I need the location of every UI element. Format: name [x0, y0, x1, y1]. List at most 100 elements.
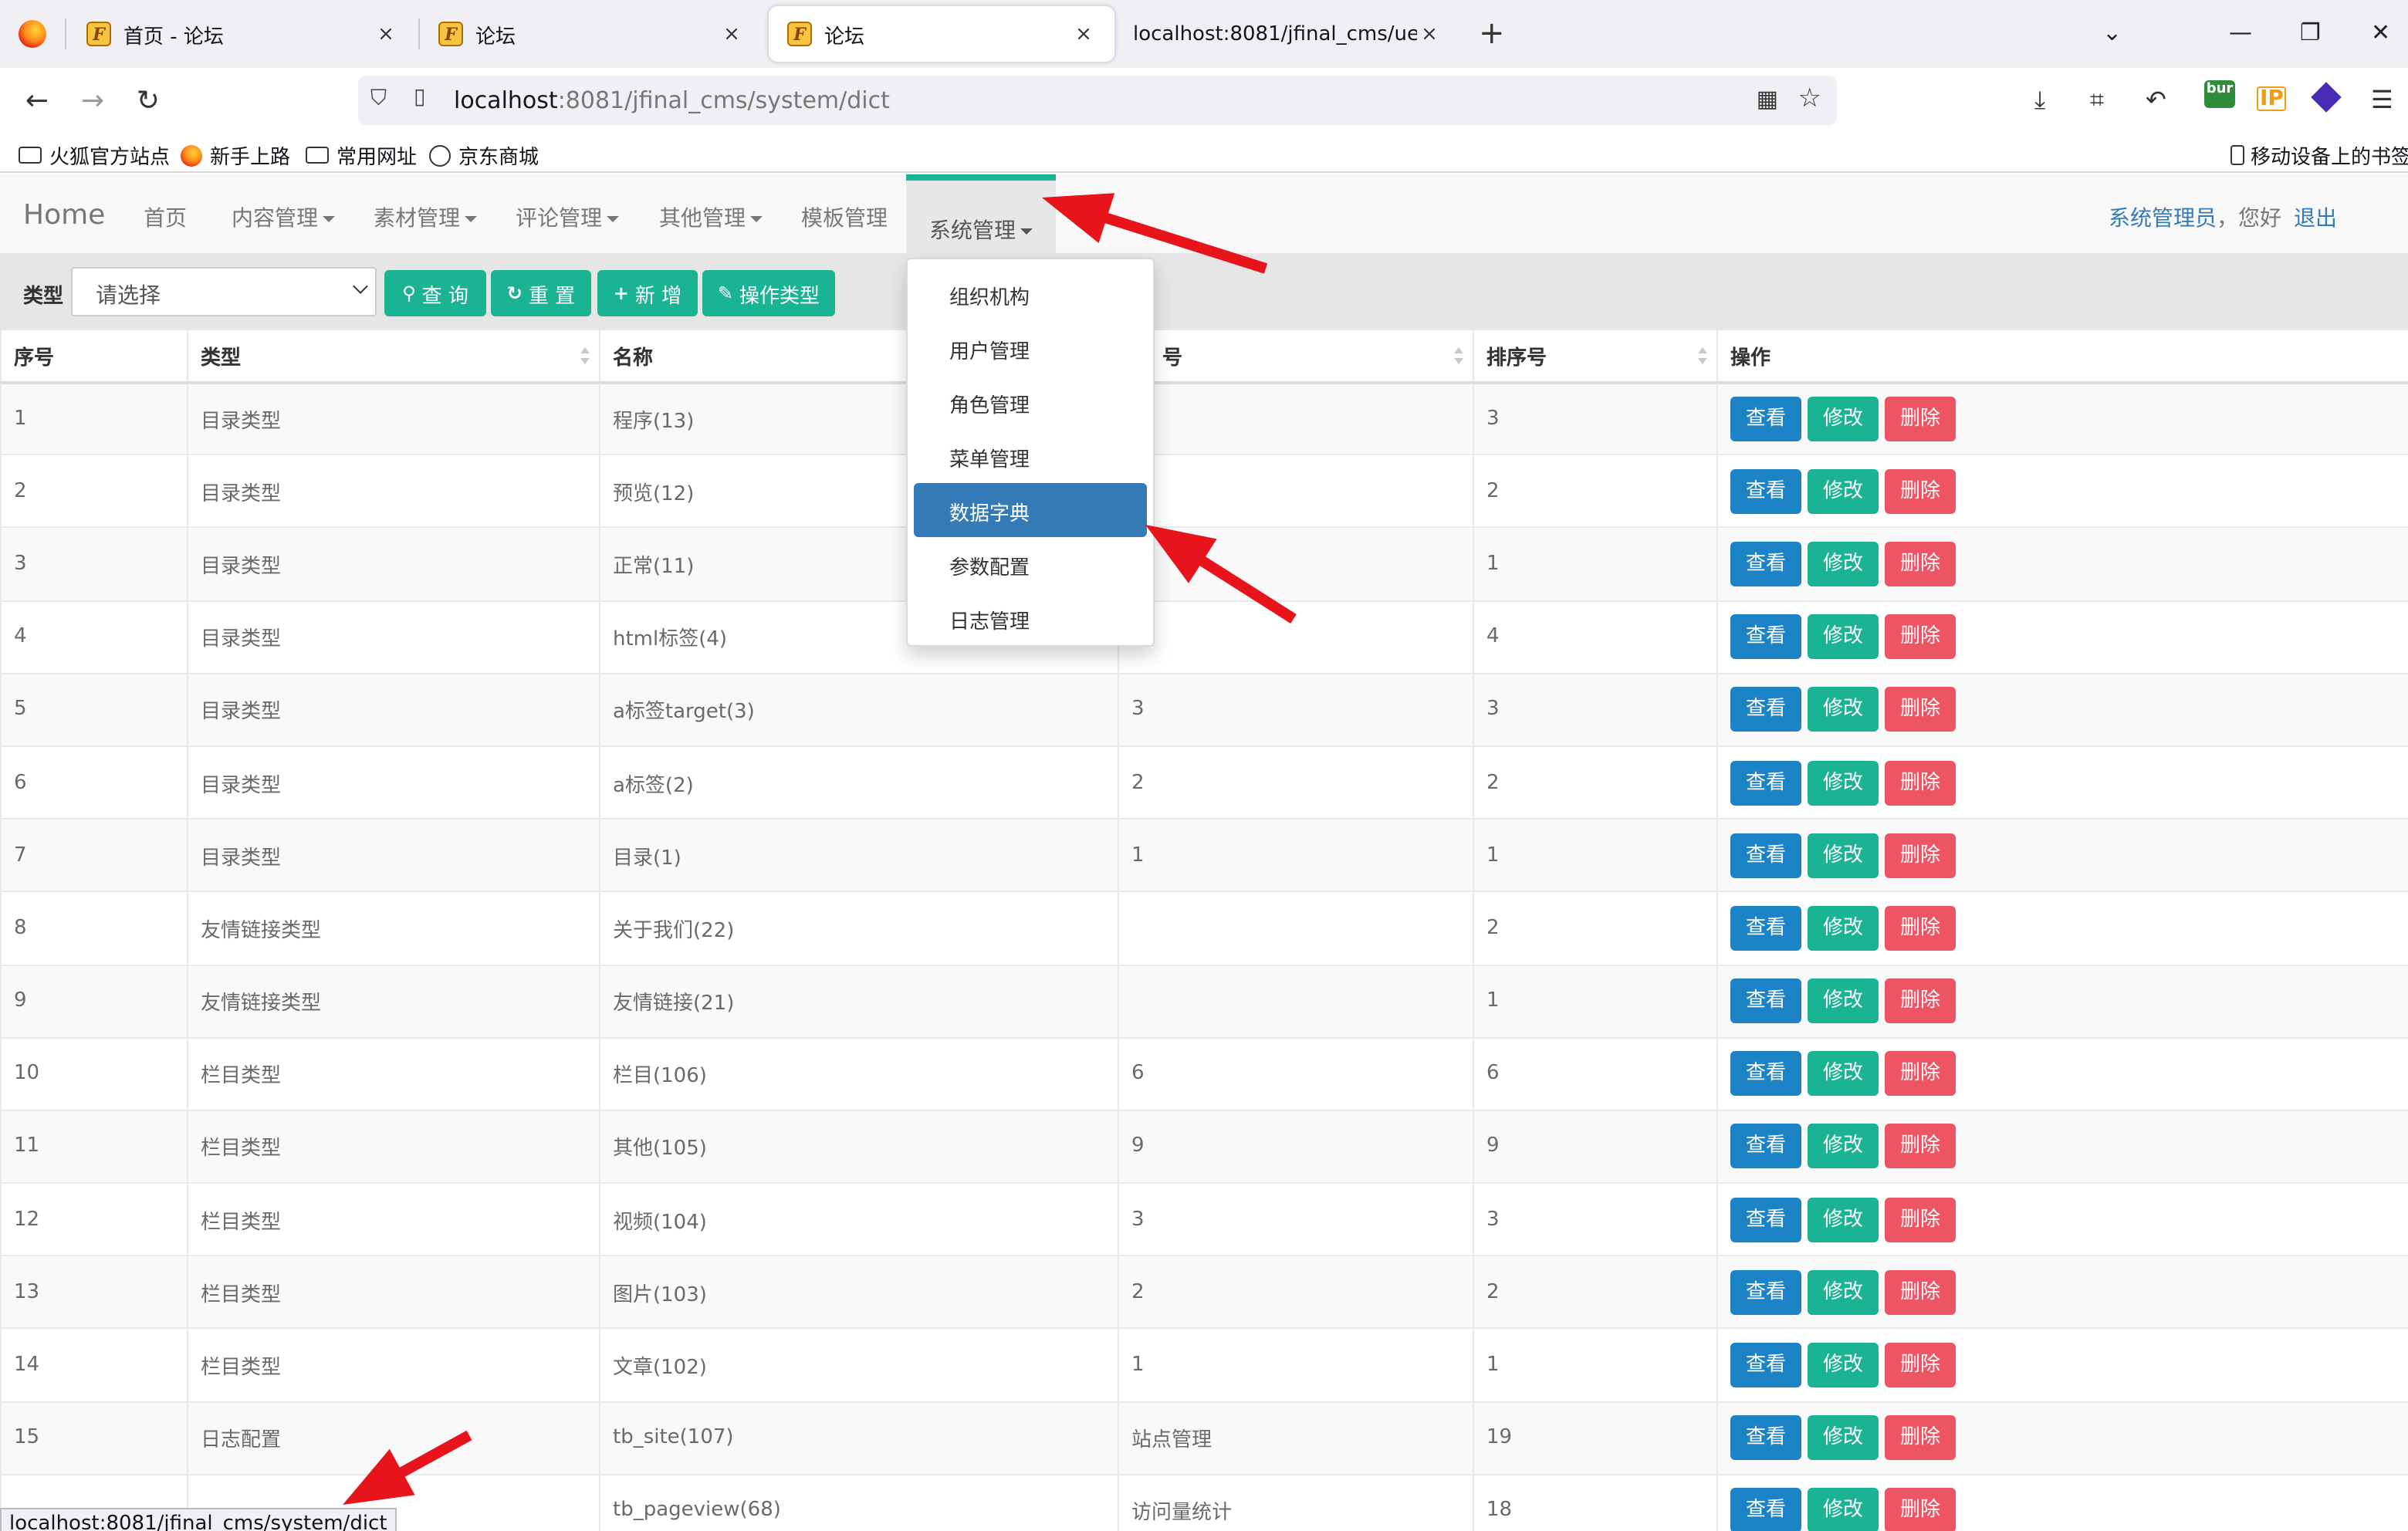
bookmark-star-icon[interactable]: ☆ [1798, 83, 1822, 114]
table-row[interactable]: 11 栏目类型 其他(105) 9 9 查看 修改 删除 [0, 1109, 2408, 1185]
view-button[interactable]: 查看 [1730, 978, 1801, 1024]
view-button[interactable]: 查看 [1730, 1051, 1801, 1097]
browser-tab-3-active[interactable]: F 论坛 × [769, 6, 1114, 62]
dropdown-item[interactable]: 组织机构 [914, 267, 1147, 321]
delete-button[interactable]: 删除 [1885, 687, 1956, 732]
bookmark-item[interactable]: 新手上路 [181, 140, 290, 170]
edit-button[interactable]: 修改 [1808, 978, 1879, 1024]
tab-close-icon[interactable]: × [719, 22, 744, 46]
delete-button[interactable]: 删除 [1885, 905, 1956, 951]
dropdown-item[interactable]: 参数配置 [914, 537, 1147, 591]
view-button[interactable]: 查看 [1730, 396, 1801, 441]
delete-button[interactable]: 删除 [1885, 1488, 1956, 1531]
view-button[interactable]: 查看 [1730, 614, 1801, 660]
url-text[interactable]: localhost:8081/jfinal_cms/system/dict [454, 86, 890, 114]
forward-arrow-icon[interactable]: → [74, 82, 111, 119]
close-window-button[interactable]: ✕ [2371, 19, 2390, 46]
nav-item-comment[interactable]: 评论管理 [516, 202, 619, 233]
edit-button[interactable]: 修改 [1808, 396, 1879, 441]
edit-button[interactable]: 修改 [1808, 614, 1879, 660]
table-row[interactable]: 4 目录类型 html标签(4) 4 查看 修改 删除 [0, 600, 2408, 674]
table-row[interactable]: 1 目录类型 程序(13) 3 查看 修改 删除 [0, 380, 2408, 456]
table-row[interactable]: 12 栏目类型 视频(104) 3 3 查看 修改 删除 [0, 1182, 2408, 1257]
reset-button[interactable]: ↻ 重 置 [491, 270, 591, 316]
edit-button[interactable]: 修改 [1808, 833, 1879, 878]
edit-button[interactable]: 修改 [1808, 1197, 1879, 1242]
burp-extension-icon[interactable]: bur [2204, 80, 2235, 108]
dropdown-item[interactable]: 菜单管理 [914, 429, 1147, 483]
view-button[interactable]: 查看 [1730, 1124, 1801, 1169]
edit-button[interactable]: 修改 [1808, 468, 1879, 514]
delete-button[interactable]: 删除 [1885, 541, 1956, 586]
page-info-icon[interactable]: ▯ [414, 85, 425, 110]
table-row[interactable]: 6 目录类型 a标签(2) 2 2 查看 修改 删除 [0, 745, 2408, 820]
list-all-tabs-icon[interactable]: ⌄ [2102, 19, 2122, 46]
delete-button[interactable]: 删除 [1885, 760, 1956, 806]
shield-icon[interactable]: ⛉ [370, 86, 387, 111]
dropdown-item[interactable]: 角色管理 [914, 375, 1147, 429]
new-tab-button[interactable]: + [1479, 15, 1505, 49]
table-row[interactable]: 9 友情链接类型 友情链接(21) 1 查看 修改 删除 [0, 963, 2408, 1039]
restore-window-button[interactable]: ❐ [2300, 19, 2321, 46]
view-button[interactable]: 查看 [1730, 833, 1801, 878]
table-row[interactable]: 2 目录类型 预览(12) 2 查看 修改 删除 [0, 454, 2408, 529]
table-row[interactable]: 15 日志配置 tb_site(107) 站点管理 19 查看 修改 删除 [0, 1401, 2408, 1475]
dropdown-item[interactable]: 用户管理 [914, 321, 1147, 375]
sort-icon[interactable] [1454, 347, 1463, 366]
delete-button[interactable]: 删除 [1885, 1269, 1956, 1315]
edit-button[interactable]: 修改 [1808, 687, 1879, 732]
delete-button[interactable]: 删除 [1885, 614, 1956, 660]
sort-icon[interactable] [580, 347, 590, 366]
edit-button[interactable]: 修改 [1808, 905, 1879, 951]
view-button[interactable]: 查看 [1730, 541, 1801, 586]
edit-button[interactable]: 修改 [1808, 1124, 1879, 1169]
crop-screenshot-icon[interactable]: ⌗ [2090, 85, 2104, 116]
address-bar[interactable]: ⛉ ▯ localhost:8081/jfinal_cms/system/dic… [358, 76, 1837, 125]
table-row[interactable]: 13 栏目类型 图片(103) 2 2 查看 修改 删除 [0, 1255, 2408, 1330]
edit-button[interactable]: 修改 [1808, 1343, 1879, 1388]
delete-button[interactable]: 删除 [1885, 1343, 1956, 1388]
edit-button[interactable]: 修改 [1808, 1488, 1879, 1531]
tab-close-icon[interactable]: × [1071, 22, 1096, 46]
view-button[interactable]: 查看 [1730, 1269, 1801, 1315]
view-button[interactable]: 查看 [1730, 468, 1801, 514]
download-icon[interactable]: ⤓ [2034, 85, 2045, 116]
browser-tab-1[interactable]: F 首页 - 论坛 × [68, 6, 417, 62]
brand-home-link[interactable]: Home [23, 199, 105, 232]
delete-button[interactable]: 删除 [1885, 833, 1956, 878]
delete-button[interactable]: 删除 [1885, 468, 1956, 514]
mobile-bookmarks[interactable]: 移动设备上的书签 [2230, 140, 2408, 170]
edit-button[interactable]: 修改 [1808, 1269, 1879, 1315]
view-button[interactable]: 查看 [1730, 1197, 1801, 1242]
browser-tab-2[interactable]: F 论坛 × [420, 6, 763, 62]
dropdown-item[interactable]: 日志管理 [914, 591, 1147, 645]
edit-button[interactable]: 修改 [1808, 1051, 1879, 1097]
minimize-window-button[interactable]: — [2229, 19, 2252, 46]
logout-link[interactable]: 退出 [2294, 202, 2337, 233]
browser-tab-4[interactable]: localhost:8081/jfinal_cms/ueditor × [1114, 6, 1460, 62]
delete-button[interactable]: 删除 [1885, 396, 1956, 441]
edit-button[interactable]: 修改 [1808, 1415, 1879, 1461]
delete-button[interactable]: 删除 [1885, 1197, 1956, 1242]
column-header[interactable]: 号 [1118, 329, 1474, 384]
edit-button[interactable]: 修改 [1808, 541, 1879, 586]
add-button[interactable]: + 新 增 [597, 270, 698, 316]
tab-close-icon[interactable]: × [374, 22, 398, 46]
view-button[interactable]: 查看 [1730, 1488, 1801, 1531]
table-row[interactable]: 14 栏目类型 文章(102) 1 1 查看 修改 删除 [0, 1327, 2408, 1403]
table-row[interactable]: 3 目录类型 正常(11) 1 查看 修改 删除 [0, 526, 2408, 602]
firefox-logo-icon[interactable] [19, 20, 46, 48]
reload-icon[interactable]: ↻ [130, 82, 167, 119]
bookmark-item[interactable]: 常用网址 [306, 140, 417, 170]
nav-item-system-open[interactable]: 系统管理 [906, 174, 1056, 255]
edit-button[interactable]: 修改 [1808, 760, 1879, 806]
column-header[interactable]: 类型 [187, 329, 600, 384]
undo-icon[interactable]: ↶ [2146, 85, 2166, 114]
view-button[interactable]: 查看 [1730, 687, 1801, 732]
view-button[interactable]: 查看 [1730, 1415, 1801, 1461]
nav-item-template[interactable]: 模板管理 [801, 202, 888, 233]
view-button[interactable]: 查看 [1730, 1343, 1801, 1388]
operation-type-button[interactable]: ✎ 操作类型 [702, 270, 835, 316]
table-row[interactable]: 8 友情链接类型 关于我们(22) 2 查看 修改 删除 [0, 891, 2408, 966]
nav-item-other[interactable]: 其他管理 [659, 202, 763, 233]
